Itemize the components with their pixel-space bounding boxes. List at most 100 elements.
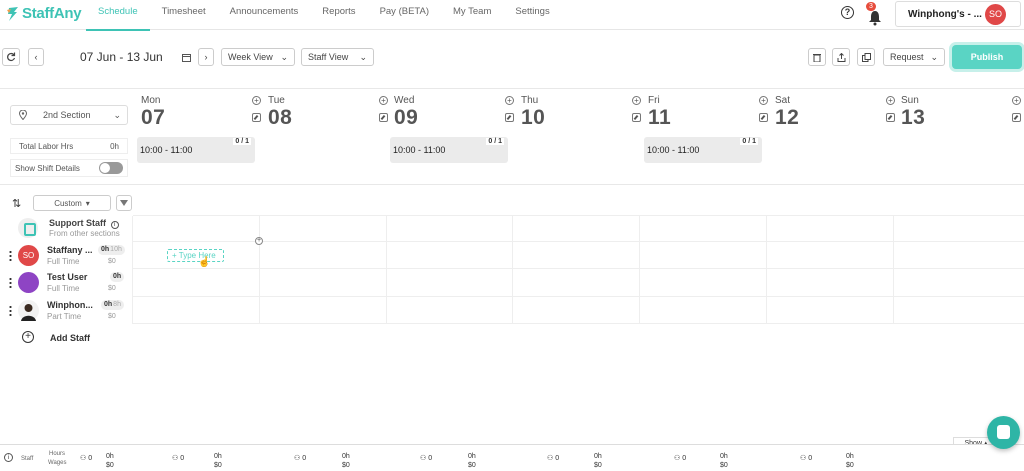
export-button[interactable] — [832, 48, 850, 66]
day-column-wed: Wed 09 + 0 / 1 10:00 - 11:00 — [390, 92, 516, 182]
shift-card[interactable]: 0 / 1 10:00 - 11:00 — [137, 137, 255, 163]
request-select[interactable]: Request ⌄ — [883, 48, 945, 66]
edit-icon[interactable] — [759, 113, 768, 122]
add-shift-icon[interactable]: + — [379, 96, 388, 105]
prev-week-button[interactable]: ‹ — [28, 48, 44, 66]
staff-count-value: 0 — [180, 455, 185, 462]
nav-pay[interactable]: Pay (BETA) — [368, 0, 441, 30]
footer-staff-count: ⚇ 0 — [172, 454, 184, 462]
staff-avatar: SO — [18, 245, 39, 266]
grid-line — [259, 216, 260, 324]
grid-line — [386, 216, 387, 324]
grid-line — [133, 323, 1024, 324]
day-column-sat: Sat 12 + — [771, 92, 897, 182]
shift-card[interactable]: 0 / 1 10:00 - 11:00 — [390, 137, 508, 163]
add-shift-icon[interactable]: + — [505, 96, 514, 105]
edit-icon[interactable] — [505, 113, 514, 122]
person-icon: ⚇ — [172, 455, 179, 462]
staff-view-select[interactable]: Staff View ⌄ — [301, 48, 374, 66]
footer-summary-sun: ⚇ 0 0h $0 — [790, 445, 916, 471]
chat-support-button[interactable] — [987, 416, 1020, 449]
staffany-logo[interactable]: StaffAny — [6, 5, 82, 22]
edit-icon[interactable] — [1012, 113, 1021, 122]
day-name: Sun — [901, 95, 919, 106]
grid-line — [133, 268, 1024, 269]
account-switcher[interactable]: Winphong's - ... SO — [895, 1, 1021, 27]
refresh-button[interactable] — [2, 48, 20, 66]
nav-reports[interactable]: Reports — [310, 0, 367, 30]
sort-select[interactable]: Custom ▾ — [33, 195, 111, 211]
shift-card[interactable]: 0 / 1 10:00 - 11:00 — [644, 137, 762, 163]
support-staff-label: Support Staff — [49, 218, 106, 228]
view-select[interactable]: Week View ⌄ — [221, 48, 295, 66]
add-shift-icon[interactable]: + — [886, 96, 895, 105]
staff-name[interactable]: Test User — [47, 272, 93, 282]
filter-button[interactable] — [116, 195, 132, 211]
add-staff-icon[interactable]: + — [22, 331, 34, 343]
footer-summary-wed: ⚇ 0 0h $0 — [284, 445, 410, 471]
type-here-input[interactable]: + Type Here — [167, 249, 224, 262]
edit-icon[interactable] — [886, 113, 895, 122]
calendar-button[interactable] — [180, 50, 192, 64]
footer-hours-wages: 0h $0 — [214, 452, 222, 470]
staff-hours: 0h — [113, 273, 122, 280]
drag-handle-icon[interactable] — [9, 250, 12, 261]
delete-button[interactable] — [808, 48, 826, 66]
info-icon[interactable]: i — [110, 221, 119, 229]
notifications-button[interactable]: 3 — [866, 2, 882, 26]
edit-icon[interactable] — [379, 113, 388, 122]
add-staff-button[interactable]: Add Staff — [50, 333, 90, 343]
day-column-mon: Mon 07 + 0 / 1 10:00 - 11:00 — [137, 92, 263, 182]
add-shift-icon[interactable]: + — [632, 96, 641, 105]
day-name: Sat — [775, 95, 791, 106]
shift-count: 0 / 1 — [740, 138, 758, 145]
day-name: Tue — [268, 95, 285, 106]
footer-hours-wages: 0h $0 — [106, 452, 114, 470]
edit-icon[interactable] — [632, 113, 641, 122]
help-icon[interactable]: ? — [841, 6, 854, 19]
info-icon[interactable]: i — [4, 453, 13, 462]
nav-announcements[interactable]: Announcements — [218, 0, 311, 30]
staff-name[interactable]: Winphon... — [47, 300, 93, 310]
staff-row: Test User Full Time 0h $0 — [0, 269, 133, 296]
view-select-value: Week View — [228, 52, 273, 62]
staff-role: Full Time — [47, 284, 80, 293]
add-shift-icon[interactable]: + — [252, 96, 261, 105]
wages-value: $0 — [846, 462, 854, 469]
add-shift-icon[interactable]: + — [759, 96, 768, 105]
publish-button[interactable]: Publish — [952, 45, 1022, 69]
nav-schedule[interactable]: Schedule — [86, 0, 150, 31]
staff-name[interactable]: Staffany ... — [47, 245, 93, 255]
drag-handle-icon[interactable] — [9, 277, 12, 288]
hours-value: 0h — [846, 453, 854, 460]
chevron-down-icon: ⌄ — [280, 51, 288, 62]
shift-details-toggle[interactable] — [99, 162, 123, 174]
shift-time: 10:00 - 11:00 — [140, 145, 193, 155]
add-shift-cell-icon[interactable]: + — [255, 237, 263, 245]
day-number: 12 — [775, 106, 800, 129]
nav-timesheet[interactable]: Timesheet — [150, 0, 218, 30]
staff-view-select-value: Staff View — [308, 52, 349, 62]
add-shift-icon[interactable]: + — [1012, 96, 1021, 105]
user-avatar[interactable]: SO — [985, 4, 1006, 25]
nav-settings[interactable]: Settings — [503, 0, 561, 30]
edit-icon[interactable] — [252, 113, 261, 122]
staff-role: Full Time — [47, 257, 80, 266]
staff-hours: 0h — [101, 246, 110, 253]
shift-details-label: Show Shift Details — [15, 163, 80, 173]
wages-value: $0 — [594, 462, 602, 469]
account-name: Winphong's - ... — [908, 8, 982, 20]
chevron-down-icon: ⌄ — [930, 51, 938, 62]
footer-summary-sat: ⚇ 0 0h $0 — [664, 445, 790, 471]
nav-my-team[interactable]: My Team — [441, 0, 503, 30]
wages-value: $0 — [342, 462, 350, 469]
drag-handle-icon[interactable] — [9, 305, 12, 316]
hours-value: 0h — [106, 453, 114, 460]
section-select[interactable]: 2nd Section ⌄ — [10, 105, 128, 125]
sort-icon[interactable]: ⇅ — [12, 197, 21, 210]
staff-count-value: 0 — [428, 455, 433, 462]
copy-button[interactable] — [857, 48, 875, 66]
next-week-button[interactable]: › — [198, 48, 214, 66]
person-icon: ⚇ — [420, 455, 427, 462]
grid-line — [512, 216, 513, 324]
